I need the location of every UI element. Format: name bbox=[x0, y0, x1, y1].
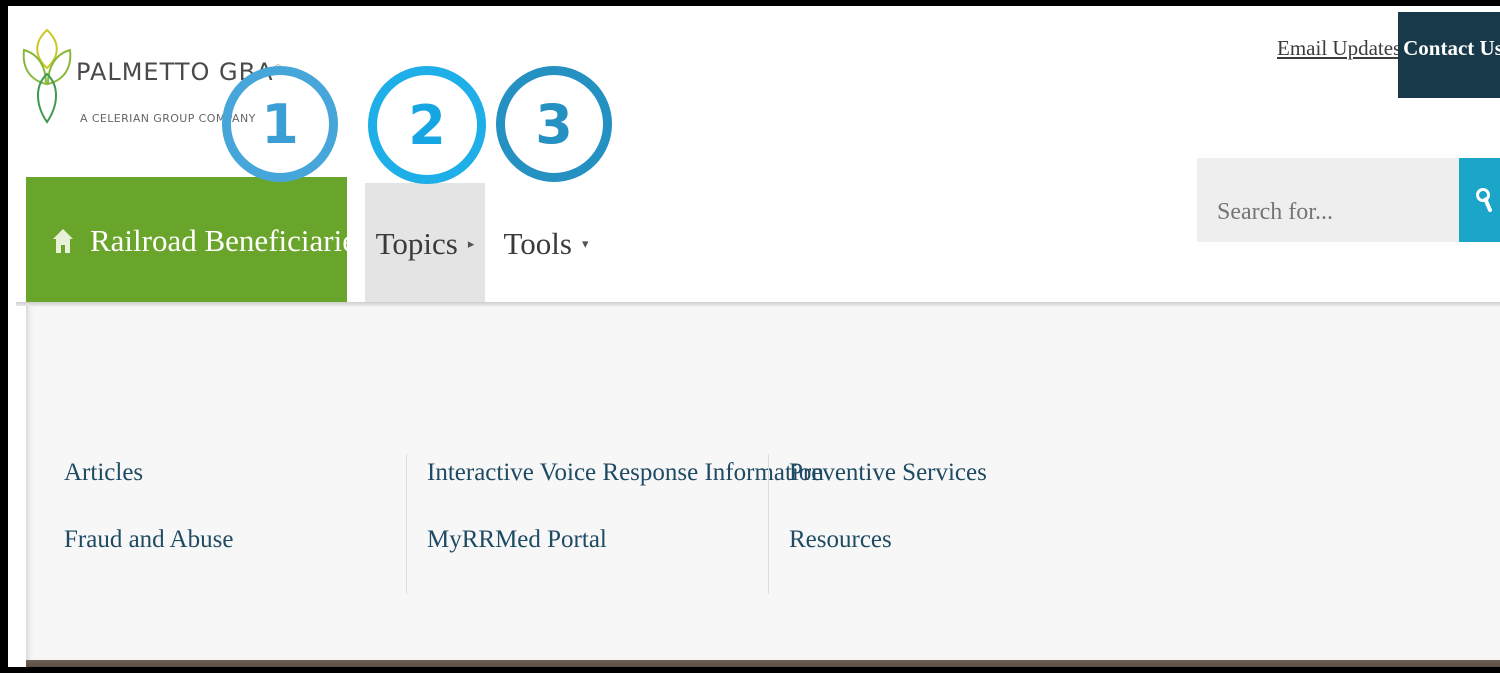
dropdown-link-preventive-services[interactable]: Preventive Services bbox=[789, 456, 987, 523]
dropdown-link-fraud-and-abuse[interactable]: Fraud and Abuse bbox=[64, 523, 233, 590]
nav-home-railroad-beneficiaries[interactable]: Railroad Beneficiaries bbox=[26, 177, 368, 305]
contact-us-button[interactable]: Contact Us bbox=[1398, 12, 1500, 98]
dropdown-bottom-edge bbox=[26, 660, 1500, 667]
callout-marker-3: 3 bbox=[496, 66, 612, 182]
nav-tools-menu[interactable]: Tools ▾ bbox=[501, 183, 591, 305]
search-button[interactable] bbox=[1459, 158, 1500, 242]
nav-tools-label: Tools bbox=[503, 226, 572, 261]
search-icon bbox=[1475, 188, 1492, 212]
nav-home-label: Railroad Beneficiaries bbox=[90, 223, 369, 258]
chevron-down-icon: ▾ bbox=[581, 236, 589, 251]
nav-topics-label: Topics bbox=[375, 226, 458, 261]
topics-dropdown-panel: Articles Fraud and Abuse Interactive Voi… bbox=[26, 306, 1500, 660]
dropdown-link-resources[interactable]: Resources bbox=[789, 523, 987, 590]
page-frame: PALMETTO GBA® A CELERIAN GROUP COMPANY E… bbox=[0, 0, 1500, 673]
email-updates-link[interactable]: Email Updates bbox=[1277, 36, 1401, 61]
dropdown-link-articles[interactable]: Articles bbox=[64, 456, 233, 523]
home-icon bbox=[52, 228, 74, 254]
search-input[interactable] bbox=[1197, 158, 1459, 242]
dropdown-link-ivr-information[interactable]: Interactive Voice Response Information bbox=[427, 456, 824, 523]
dropdown-column-3: Preventive Services Resources bbox=[789, 456, 987, 590]
logo-leaf-icon bbox=[22, 28, 72, 124]
column-divider bbox=[768, 454, 769, 594]
nav-topics-menu[interactable]: Topics ▸ bbox=[365, 183, 485, 305]
callout-marker-1: 1 bbox=[222, 66, 338, 182]
dropdown-column-2: Interactive Voice Response Information M… bbox=[427, 456, 824, 590]
chevron-right-icon: ▸ bbox=[467, 236, 475, 251]
callout-marker-2: 2 bbox=[368, 66, 486, 184]
column-divider bbox=[406, 454, 407, 594]
dropdown-link-myrrmed-portal[interactable]: MyRRMed Portal bbox=[427, 523, 824, 590]
dropdown-column-1: Articles Fraud and Abuse bbox=[64, 456, 233, 590]
